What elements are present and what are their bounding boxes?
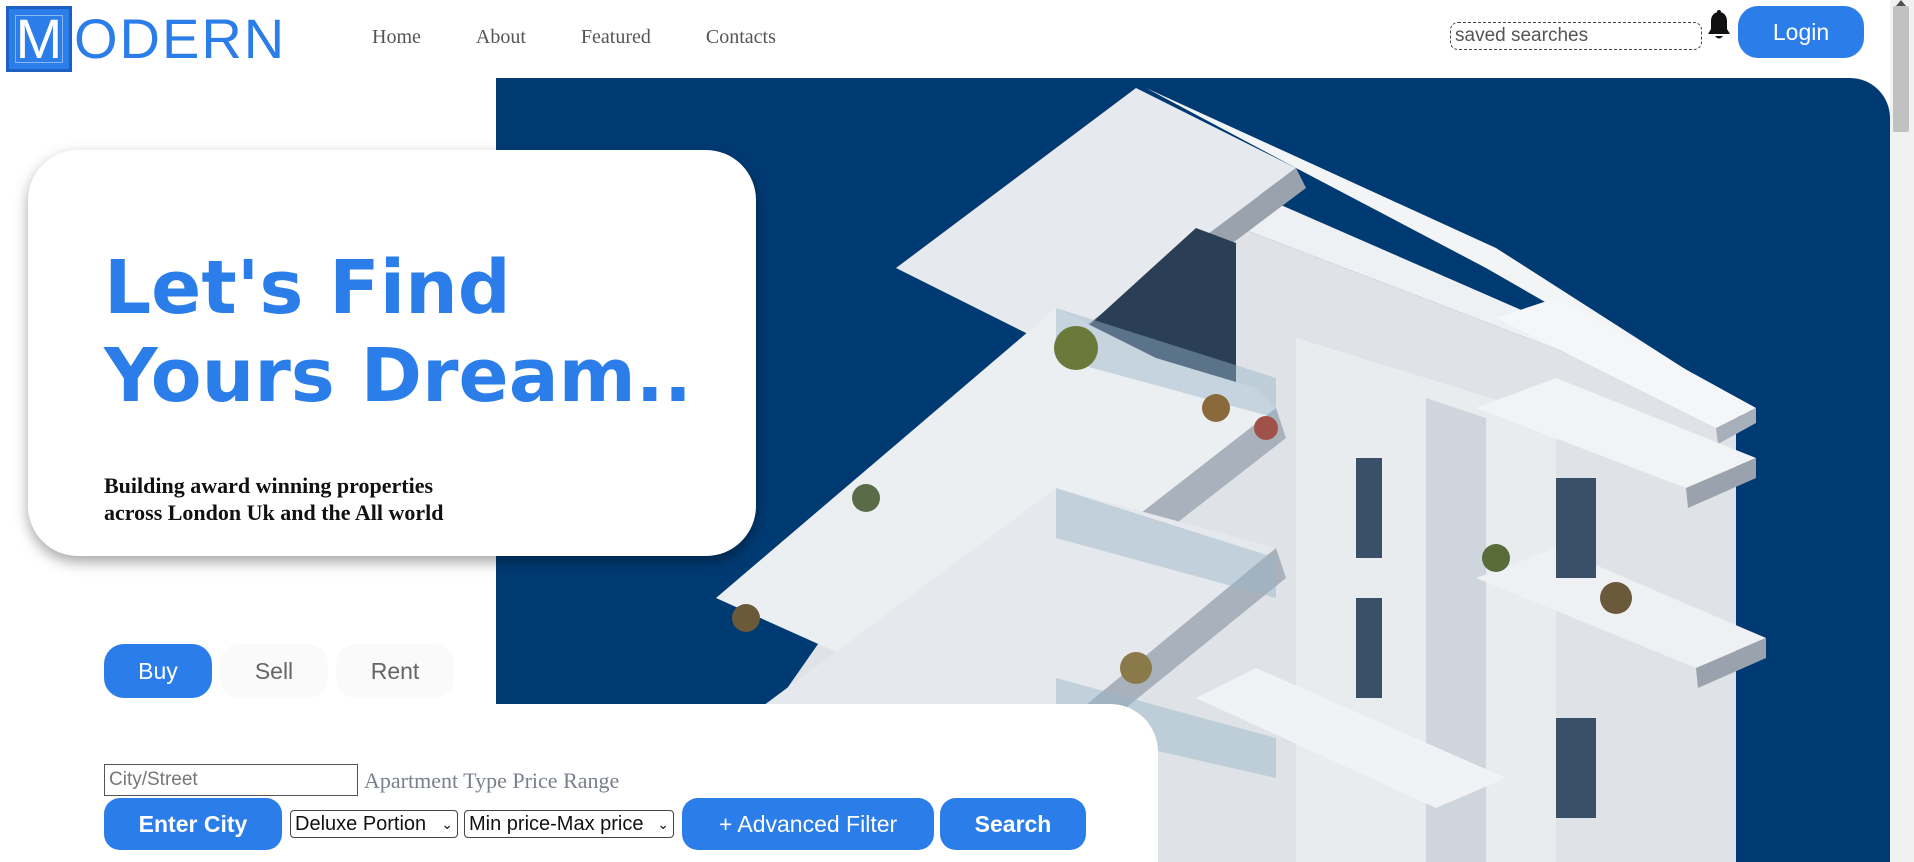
subtitle-line-2: across London Uk and the All world [104, 500, 444, 525]
logo-text: ODERN [74, 7, 287, 70]
search-button[interactable]: Search [940, 798, 1086, 850]
nav-about[interactable]: About [476, 26, 526, 49]
subtitle-line-1: Building award winning properties [104, 473, 434, 498]
nav-featured[interactable]: Featured [581, 26, 651, 49]
chevron-down-icon: ⌄ [441, 815, 453, 832]
apartment-type-select[interactable]: Deluxe Portion ⌄ [290, 810, 458, 838]
advanced-filter-button[interactable]: + Advanced Filter [682, 798, 934, 850]
hero-subtitle: Building award winning properties across… [104, 472, 524, 526]
hero-headline: Let's Find Yours Dream.. [104, 244, 744, 420]
listing-type-tabs: Buy Sell Rent [104, 644, 454, 698]
price-range-value: Min price-Max price [469, 812, 644, 835]
apartment-type-value: Deluxe Portion [295, 812, 427, 835]
saved-searches-input[interactable] [1450, 22, 1702, 50]
logo[interactable]: M ODERN [6, 6, 286, 72]
headline-line-1: Let's Find [104, 245, 511, 331]
headline-line-2: Yours Dream.. [104, 333, 692, 419]
bell-icon[interactable] [1706, 10, 1732, 42]
logo-letter: M [15, 7, 63, 70]
enter-city-button[interactable]: Enter City [104, 798, 282, 850]
apartment-type-label: Apartment Type [364, 768, 507, 793]
chevron-down-icon: ⌄ [657, 815, 669, 832]
price-range-label: Price Range [512, 768, 620, 793]
city-street-input[interactable] [104, 764, 358, 796]
tab-rent[interactable]: Rent [336, 644, 454, 698]
nav-home[interactable]: Home [372, 26, 421, 49]
tab-buy[interactable]: Buy [104, 644, 212, 698]
logo-mark: M [6, 6, 72, 72]
price-range-select[interactable]: Min price-Max price ⌄ [464, 810, 674, 838]
login-button[interactable]: Login [1738, 6, 1864, 58]
nav-contacts[interactable]: Contacts [706, 26, 776, 49]
scrollbar-thumb[interactable] [1893, 6, 1909, 132]
main-nav: Home About Featured Contacts [372, 26, 831, 49]
page-scrollbar[interactable] [1890, 0, 1914, 862]
search-controls: Enter City Deluxe Portion ⌄ Min price-Ma… [104, 798, 1086, 850]
hero-card: Let's Find Yours Dream.. Building award … [28, 150, 756, 556]
field-labels: Apartment Type Price Range [364, 768, 619, 794]
tab-sell[interactable]: Sell [220, 644, 328, 698]
